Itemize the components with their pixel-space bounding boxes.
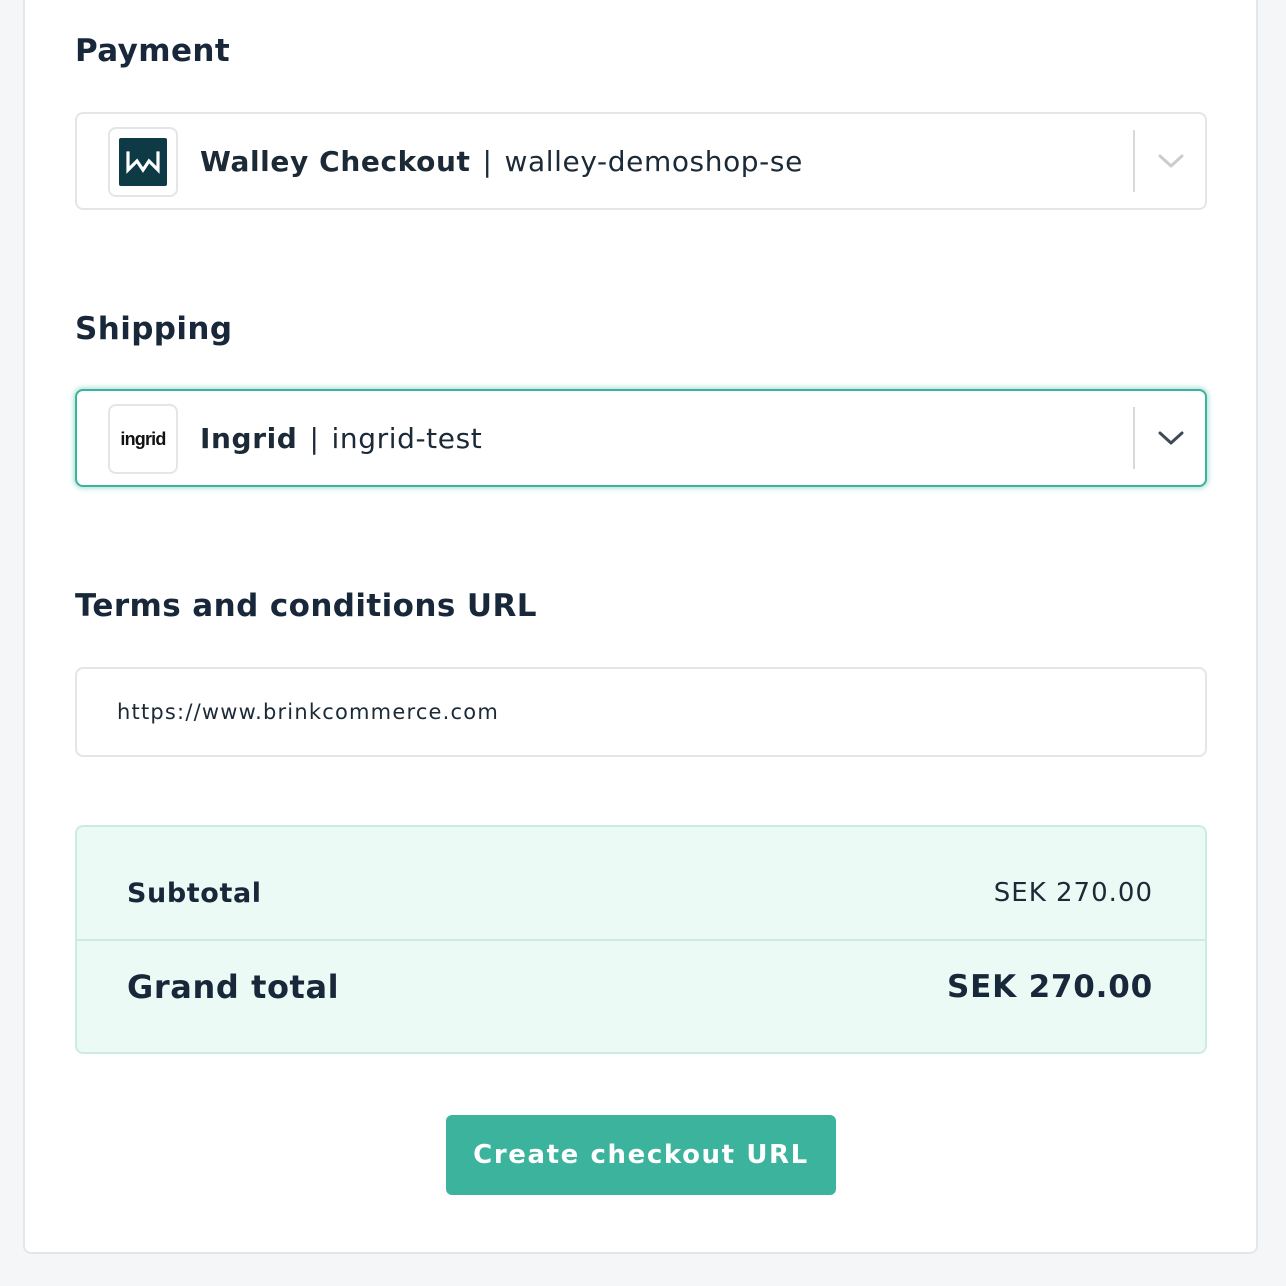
chevron-down-icon[interactable] [1157, 424, 1185, 452]
grand-total-row: Grand total SEK 270.00 [127, 955, 1153, 1019]
shipping-select[interactable]: ingrid Ingrid | ingrid-test [75, 389, 1207, 487]
chevron-down-icon[interactable] [1157, 147, 1185, 175]
order-totals: Subtotal SEK 270.00 Grand total SEK 270.… [75, 825, 1207, 1054]
payment-select-divider [1133, 130, 1135, 192]
payment-option-separator: | [482, 144, 493, 178]
shipping-selected-option: Ingrid | ingrid-test [200, 391, 482, 485]
payment-provider-name: Walley Checkout [200, 144, 471, 178]
grand-total-value: SEK 270.00 [947, 969, 1153, 1005]
create-checkout-url-button[interactable]: Create checkout URL [446, 1115, 836, 1195]
shipping-provider-logo: ingrid [108, 404, 178, 474]
terms-section-title: Terms and conditions URL [75, 588, 537, 624]
shipping-section-title: Shipping [75, 311, 233, 347]
grand-total-label: Grand total [127, 968, 340, 1006]
totals-divider [77, 939, 1205, 941]
ingrid-logo-icon: ingrid [120, 428, 166, 449]
subtotal-value: SEK 270.00 [993, 878, 1153, 908]
subtotal-label: Subtotal [127, 877, 262, 909]
payment-provider-id: walley-demoshop-se [504, 144, 803, 178]
payment-section-title: Payment [75, 33, 231, 69]
shipping-select-divider [1133, 407, 1135, 469]
shipping-option-separator: | [309, 421, 320, 455]
payment-select[interactable]: Walley Checkout | walley-demoshop-se [75, 112, 1207, 210]
walley-logo-icon [119, 138, 167, 186]
terms-url-input[interactable] [75, 667, 1207, 757]
subtotal-row: Subtotal SEK 270.00 [127, 863, 1153, 923]
payment-selected-option: Walley Checkout | walley-demoshop-se [200, 114, 803, 208]
payment-provider-logo [108, 127, 178, 197]
shipping-provider-name: Ingrid [200, 421, 298, 455]
shipping-provider-id: ingrid-test [331, 421, 483, 455]
